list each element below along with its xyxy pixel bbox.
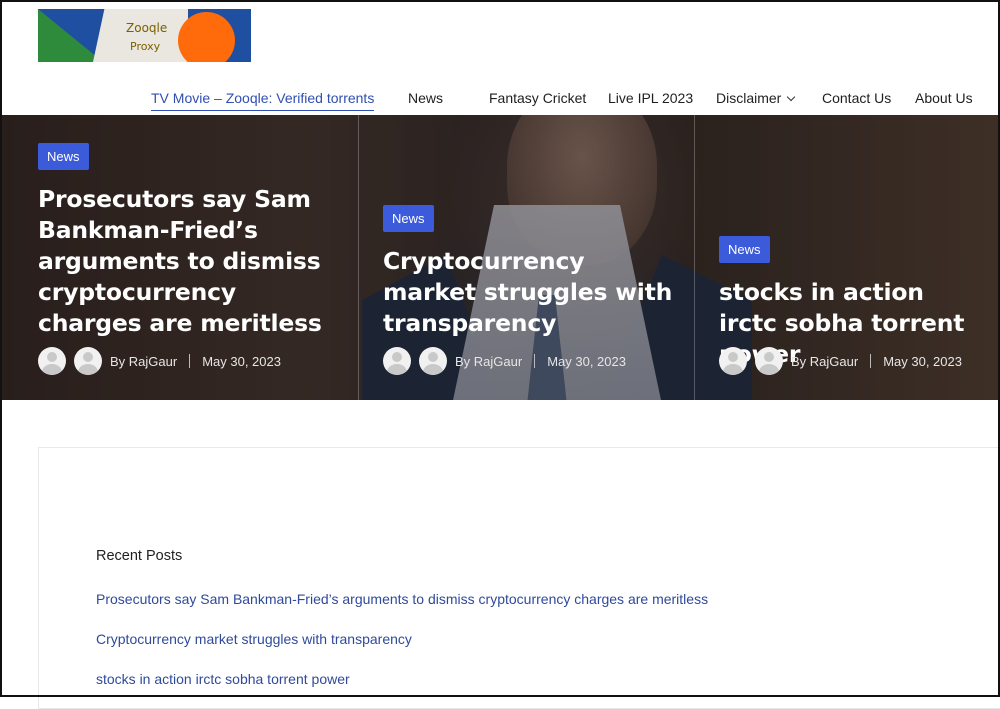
nav-item-about[interactable]: About Us <box>915 90 973 106</box>
category-badge[interactable]: News <box>719 236 770 263</box>
category-badge[interactable]: News <box>383 205 434 232</box>
featured-posts-hero: News Prosecutors say Sam Bankman-Fried’s… <box>2 115 998 400</box>
post-meta: By RajGaur May 30, 2023 <box>38 347 281 375</box>
logo-text-line1: Zooqle <box>126 21 168 35</box>
recent-posts-widget: Recent Posts Prosecutors say Sam Bankman… <box>38 447 1000 709</box>
avatar[interactable] <box>719 347 747 375</box>
chevron-down-icon <box>787 92 796 102</box>
avatar[interactable] <box>755 347 783 375</box>
recent-post-link[interactable]: stocks in action irctc sobha torrent pow… <box>96 671 350 687</box>
post-date: May 30, 2023 <box>883 353 962 369</box>
logo-text-line2: Proxy <box>130 40 161 53</box>
site-logo[interactable]: Zooqle Proxy <box>38 9 251 62</box>
card-divider <box>358 115 359 400</box>
avatar[interactable] <box>419 347 447 375</box>
featured-card: News Prosecutors say Sam Bankman-Fried’s… <box>38 143 338 339</box>
card-divider <box>694 115 695 400</box>
post-date: May 30, 2023 <box>202 353 281 369</box>
nav-item-disclaimer-label: Disclaimer <box>716 90 782 106</box>
nav-item-news[interactable]: News <box>408 90 443 106</box>
post-meta: By RajGaur May 30, 2023 <box>719 347 962 375</box>
post-author[interactable]: By RajGaur <box>791 354 858 369</box>
recent-posts-heading: Recent Posts <box>96 548 183 564</box>
post-author[interactable]: By RajGaur <box>455 354 522 369</box>
post-meta: By RajGaur May 30, 2023 <box>383 347 626 375</box>
featured-card-title[interactable]: Prosecutors say Sam Bankman-Fried’s argu… <box>38 184 338 339</box>
featured-card-title[interactable]: Cryptocurrency market struggles with tra… <box>383 246 673 339</box>
post-author[interactable]: By RajGaur <box>110 354 177 369</box>
recent-post-link[interactable]: Prosecutors say Sam Bankman-Fried’s argu… <box>96 591 708 607</box>
featured-card: News Cryptocurrency market struggles wit… <box>383 205 673 339</box>
nav-item-contact[interactable]: Contact Us <box>822 90 891 106</box>
nav-item-live-ipl[interactable]: Live IPL 2023 <box>608 90 693 106</box>
main-nav: TV Movie – Zooqle: Verified torrents New… <box>0 88 1000 114</box>
avatar[interactable] <box>38 347 66 375</box>
nav-item-disclaimer[interactable]: Disclaimer <box>716 90 796 106</box>
recent-post-link[interactable]: Cryptocurrency market struggles with tra… <box>96 631 412 647</box>
avatar[interactable] <box>383 347 411 375</box>
post-date: May 30, 2023 <box>547 353 626 369</box>
nav-item-home[interactable]: TV Movie – Zooqle: Verified torrents <box>151 90 375 111</box>
avatar[interactable] <box>74 347 102 375</box>
nav-item-fantasy-cricket[interactable]: Fantasy Cricket <box>489 90 586 106</box>
category-badge[interactable]: News <box>38 143 89 170</box>
